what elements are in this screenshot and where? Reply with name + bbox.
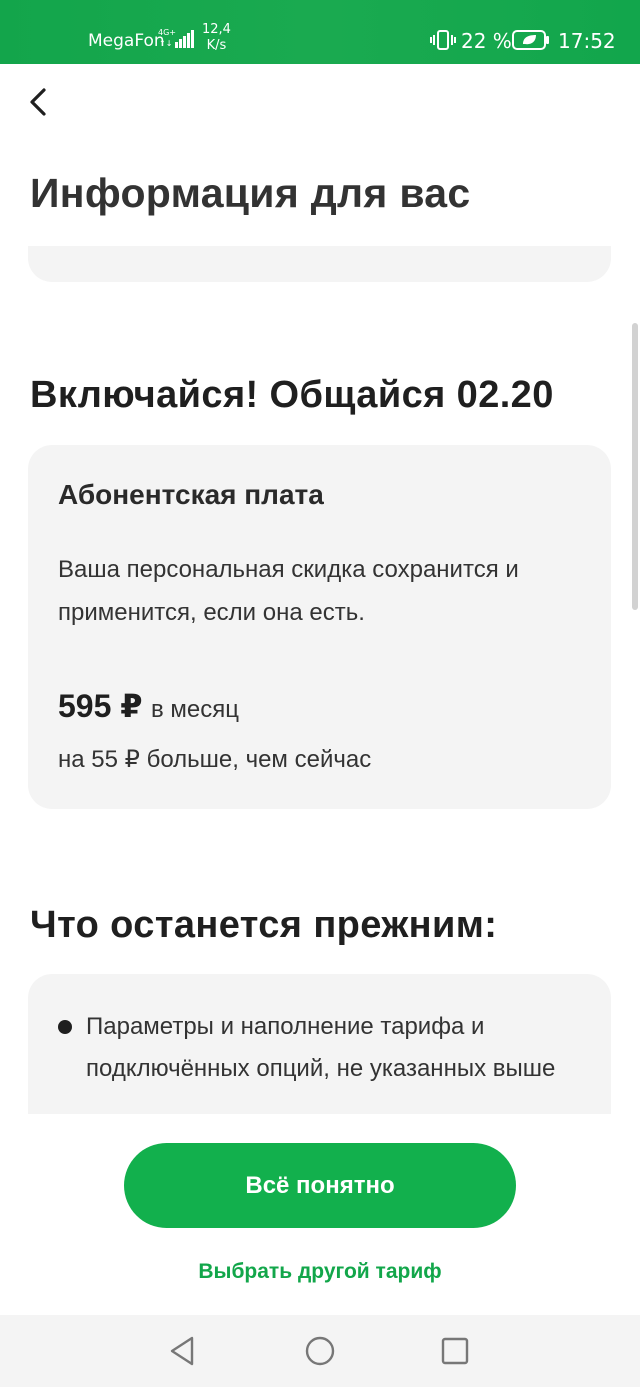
unchanged-title: Что останется прежним: [30,904,498,946]
price-row: 595 ₽ в месяц [58,687,239,725]
back-triangle-icon [170,1336,194,1366]
network-type: 4G+ [158,28,176,37]
battery-percent: 22 % [461,29,512,53]
svg-text:↑↓: ↑↓ [159,39,172,48]
content-scroll-area[interactable]: Включайся! Общайся 02.20 Абонентская пла… [0,246,640,1114]
status-bar: MegaFon 4G+ ↑↓ 12,4 K/s 22 % 17:52 [0,0,640,64]
chevron-left-icon [30,88,46,116]
subscription-fee-card: Абонентская плата Ваша персональная скид… [28,445,611,809]
home-circle-icon [305,1336,335,1366]
price-value: 595 ₽ [58,688,143,724]
carrier-name: MegaFon [88,31,165,51]
network-speed: 12,4 K/s [202,22,231,53]
bullet-icon [58,1020,72,1034]
nav-recents-button[interactable] [437,1333,473,1369]
discount-note: Ваша персональная скидка сохранится и пр… [58,556,519,626]
previous-card [28,246,611,282]
list-item: Параметры и наполнение тарифа и подключё… [86,1013,556,1082]
choose-other-tariff-link[interactable]: Выбрать другой тариф [0,1260,640,1284]
card-heading: Абонентская плата [58,479,324,510]
confirm-button[interactable]: Всё понятно [124,1143,516,1228]
unchanged-card: Параметры и наполнение тарифа и подключё… [28,974,611,1114]
system-nav-bar [0,1315,640,1387]
battery-icon [512,30,549,50]
vibrate-icon [430,30,456,50]
clock: 17:52 [558,29,616,53]
nav-back-button[interactable] [164,1333,200,1369]
back-button[interactable] [16,80,60,124]
price-difference: на 55 ₽ больше, чем сейчас [58,746,372,773]
recents-square-icon [441,1337,469,1365]
scrollbar[interactable] [632,323,638,610]
nav-home-button[interactable] [302,1333,338,1369]
tariff-name: Включайся! Общайся 02.20 [30,374,554,416]
price-unit: в месяц [151,696,240,723]
page-title: Информация для вас [30,170,471,216]
signal-icon: 4G+ ↑↓ [158,28,194,48]
